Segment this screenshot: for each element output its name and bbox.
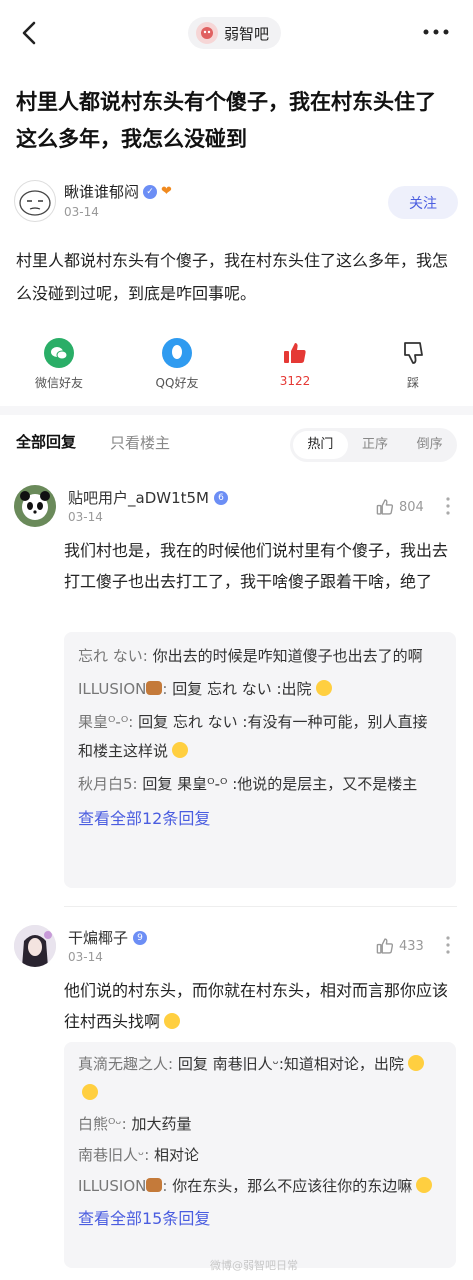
sort-toggle: 热门 正序 倒序 [290, 428, 457, 462]
comment-text-content: 他们说的村东头，而你就在村东头，相对而言那你应该往村西头找啊 [64, 981, 449, 1031]
share-qq-button[interactable]: QQ好友 [132, 338, 222, 391]
comment-date: 03-14 [68, 510, 103, 524]
forum-name: 弱智吧 [224, 24, 270, 43]
reply-user-colon: : [162, 1177, 168, 1195]
comment-user-name[interactable]: 贴吧用户_aDW1t5M [68, 487, 209, 508]
qq-icon [162, 338, 192, 368]
section-divider [0, 406, 473, 415]
thumbs-up-icon [280, 338, 310, 368]
reply-user[interactable]: 果皇ᴼ-ᴼ: [78, 713, 133, 731]
reply-user[interactable]: 南巷旧人ᵕ: [78, 1146, 149, 1164]
smile-emoji-icon [82, 1084, 98, 1100]
thinking-face-emoji-icon [164, 1013, 181, 1029]
forum-pill[interactable]: 弱智吧 [188, 17, 282, 49]
view-all-replies-link[interactable]: 查看全部12条回复 [64, 805, 456, 829]
watermark: 微博@弱智吧日常 [210, 1259, 298, 1272]
reply-text: 回复 果皇ᴼ-ᴼ :他说的是层主，又不是楼主 [142, 775, 418, 793]
share-qq-label: QQ好友 [155, 376, 199, 390]
thumbs-up-icon [376, 938, 394, 954]
comment-text: 他们说的村东头，而你就在村东头，相对而言那你应该往村西头找啊 [64, 975, 459, 1037]
tab-op-only[interactable]: 只看楼主 [110, 432, 170, 453]
comment-date: 03-14 [68, 950, 103, 964]
reply-user[interactable]: 忘れ ない: [78, 647, 148, 665]
like-button[interactable]: 3122 [250, 338, 340, 388]
comment-avatar[interactable] [14, 485, 56, 527]
reply-item[interactable]: 南巷旧人ᵕ: 相对论 [64, 1141, 456, 1170]
horse-emoji-icon [146, 1178, 163, 1192]
reply-item[interactable]: 果皇ᴼ-ᴼ: 回复 忘れ ない :有没有一种可能，别人直接和楼主这样说 [64, 708, 456, 766]
reply-text: 加大药量 [131, 1115, 192, 1133]
dizzy-face-emoji-icon [315, 680, 332, 696]
share-wechat-label: 微信好友 [34, 376, 83, 390]
reply-user[interactable]: ILLUSION [78, 680, 146, 698]
grin-emoji-icon [416, 1177, 433, 1193]
author-name-row[interactable]: 瞅谁谁郁闷 ✓ ❤ [64, 181, 172, 202]
author-name[interactable]: 瞅谁谁郁闷 [64, 181, 139, 202]
thinking-face-emoji-icon [172, 742, 189, 758]
sort-asc[interactable]: 正序 [348, 431, 403, 459]
comment-user-name[interactable]: 干煸椰子 [68, 927, 128, 948]
reply-text: 你出去的时候是咋知道傻子也出去了的啊 [152, 647, 423, 665]
forum-logo-icon [196, 22, 218, 44]
tab-all-replies[interactable]: 全部回复 [16, 431, 76, 452]
reply-user[interactable]: 白熊ᴼᵕ: [78, 1115, 127, 1133]
view-all-replies-link[interactable]: 查看全部15条回复 [64, 1205, 456, 1229]
reply-item[interactable]: 真滴无趣之人: 回复 南巷旧人ᵕ:知道相对论，出院 [64, 1050, 456, 1108]
smile-emoji-icon [407, 1055, 424, 1071]
reply-box: 忘れ ない: 你出去的时候是咋知道傻子也出去了的啊 ILLUSION: 回复 忘… [64, 632, 456, 888]
dislike-button[interactable]: 踩 [368, 338, 458, 391]
reply-item[interactable]: 白熊ᴼᵕ: 加大药量 [64, 1110, 456, 1139]
level-badge-icon: 9 [133, 930, 148, 945]
comment-user-row[interactable]: 干煸椰子 9 [68, 927, 148, 948]
like-count: 3122 [279, 374, 311, 388]
level-badge-icon: ✓ [143, 184, 158, 199]
reply-text: 回复 南巷旧人ᵕ:知道相对论，出院 [177, 1055, 404, 1073]
sort-desc[interactable]: 倒序 [402, 431, 457, 459]
reply-text: 你在东头，那么不应该往你的东边嘛 [172, 1177, 413, 1195]
reply-item[interactable]: ILLUSION: 你在东头，那么不应该往你的东边嘛 [64, 1172, 456, 1201]
comment-like-count: 433 [399, 938, 424, 954]
comment-more-icon[interactable] [444, 935, 452, 955]
comment-avatar[interactable] [14, 925, 56, 967]
level-badge-icon: 6 [213, 490, 228, 505]
reply-user-colon: : [162, 680, 168, 698]
reply-item[interactable]: ILLUSION: 回复 忘れ ない :出院 [64, 675, 456, 704]
thumbs-up-icon [376, 499, 394, 515]
comment-user-row[interactable]: 贴吧用户_aDW1t5M 6 [68, 487, 228, 508]
post-date: 03-14 [64, 205, 99, 219]
post-body: 村里人都说村东头有个傻子，我在村东头住了这么多年，我怎么没碰到过呢，到底是咋回事… [16, 251, 449, 303]
follow-button[interactable]: 关注 [388, 186, 458, 219]
reply-item[interactable]: 忘れ ない: 你出去的时候是咋知道傻子也出去了的啊 [64, 642, 456, 671]
author-avatar[interactable] [14, 180, 56, 222]
dislike-label: 踩 [406, 376, 419, 390]
comment-text: 我们村也是，我在的时候他们说村里有个傻子，我出去打工傻子也出去打工了，我干啥傻子… [64, 541, 449, 591]
post-title: 村里人都说村东头有个傻子，我在村东头住了这么多年，我怎么没碰到 [16, 90, 436, 151]
wechat-icon [44, 338, 74, 368]
more-options-icon[interactable] [420, 22, 452, 42]
reply-item[interactable]: 秋月白5: 回复 果皇ᴼ-ᴼ :他说的是层主，又不是楼主 [64, 770, 456, 799]
comment-like-button[interactable]: 804 [376, 498, 424, 516]
thumbs-down-icon [398, 338, 428, 368]
nav-bar: 弱智吧 [0, 0, 473, 66]
share-wechat-button[interactable]: 微信好友 [14, 338, 104, 391]
comment-like-count: 804 [399, 499, 424, 515]
reply-text: 回复 忘れ ない :出院 [172, 680, 312, 698]
sort-hot[interactable]: 热门 [293, 431, 348, 459]
reply-user[interactable]: ILLUSION [78, 1177, 146, 1195]
reply-text: 相对论 [154, 1146, 200, 1164]
reply-user[interactable]: 真滴无趣之人: [78, 1055, 173, 1073]
heart-badge-icon: ❤ [161, 184, 172, 199]
reply-user[interactable]: 秋月白5: [78, 775, 138, 793]
horse-emoji-icon [146, 681, 163, 695]
comment-separator [64, 906, 457, 907]
comment-more-icon[interactable] [444, 496, 452, 516]
back-arrow-icon[interactable] [16, 18, 44, 48]
comment-like-button[interactable]: 433 [376, 937, 424, 955]
reply-box: 真滴无趣之人: 回复 南巷旧人ᵕ:知道相对论，出院 白熊ᴼᵕ: 加大药量 南巷旧… [64, 1042, 456, 1268]
